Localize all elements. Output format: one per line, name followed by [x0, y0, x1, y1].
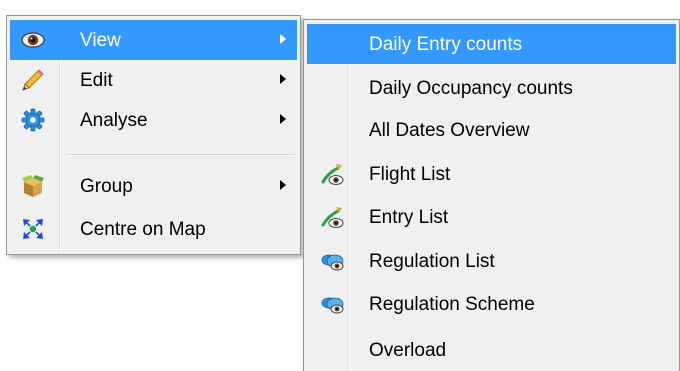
menu-item-label: Overload [369, 340, 447, 361]
submenu-arrow-icon [280, 74, 286, 84]
submenu-item-entry-list[interactable]: Entry List [307, 197, 676, 237]
submenu-arrow-icon [280, 34, 286, 44]
regulation-icon [320, 291, 346, 317]
menu-item-analyse[interactable]: Analyse [10, 100, 297, 140]
submenu-item-overload[interactable]: Overload [307, 330, 676, 370]
submenu-item-daily-entry-counts[interactable]: Daily Entry counts [307, 24, 676, 64]
gear-icon [20, 107, 46, 133]
submenu-item-daily-occupancy-counts[interactable]: Daily Occupancy counts [307, 68, 676, 108]
menu-item-label: All Dates Overview [369, 120, 530, 141]
crosshair-icon [20, 216, 46, 242]
context-menu-stage: View Edit Analyse Group Centre on Map Da… [0, 0, 680, 371]
menu-item-label: Regulation Scheme [369, 294, 535, 315]
view-submenu: Daily Entry counts Daily Occupancy count… [303, 19, 680, 371]
box-icon [20, 173, 46, 199]
menu-item-label: Daily Entry counts [369, 34, 523, 55]
eye-icon [20, 27, 46, 53]
menu-item-centre-on-map[interactable]: Centre on Map [10, 209, 297, 249]
menu-item-view[interactable]: View [10, 20, 297, 60]
submenu-arrow-icon [280, 114, 286, 124]
menu-item-label: Flight List [369, 164, 451, 185]
menu-separator [67, 154, 294, 156]
submenu-item-regulation-scheme[interactable]: Regulation Scheme [307, 284, 676, 324]
menu-item-label: Edit [80, 70, 113, 91]
submenu-item-regulation-list[interactable]: Regulation List [307, 241, 676, 281]
context-menu: View Edit Analyse Group Centre on Map [6, 15, 301, 255]
menu-item-label: Centre on Map [80, 219, 206, 240]
menu-item-edit[interactable]: Edit [10, 60, 297, 100]
submenu-item-flight-list[interactable]: Flight List [307, 154, 676, 194]
menu-item-label: Group [80, 176, 133, 197]
regulation-icon [320, 248, 346, 274]
menu-item-label: Entry List [369, 207, 449, 228]
submenu-item-all-dates-overview[interactable]: All Dates Overview [307, 110, 676, 150]
menu-item-group[interactable]: Group [10, 166, 297, 206]
menu-item-label: Analyse [80, 110, 148, 131]
submenu-arrow-icon [280, 180, 286, 190]
flight-list-icon [320, 161, 346, 187]
menu-item-label: Regulation List [369, 251, 495, 272]
menu-item-label: Daily Occupancy counts [369, 78, 573, 99]
pencil-icon [20, 67, 46, 93]
flight-list-icon [320, 204, 346, 230]
menu-item-label: View [80, 30, 121, 51]
